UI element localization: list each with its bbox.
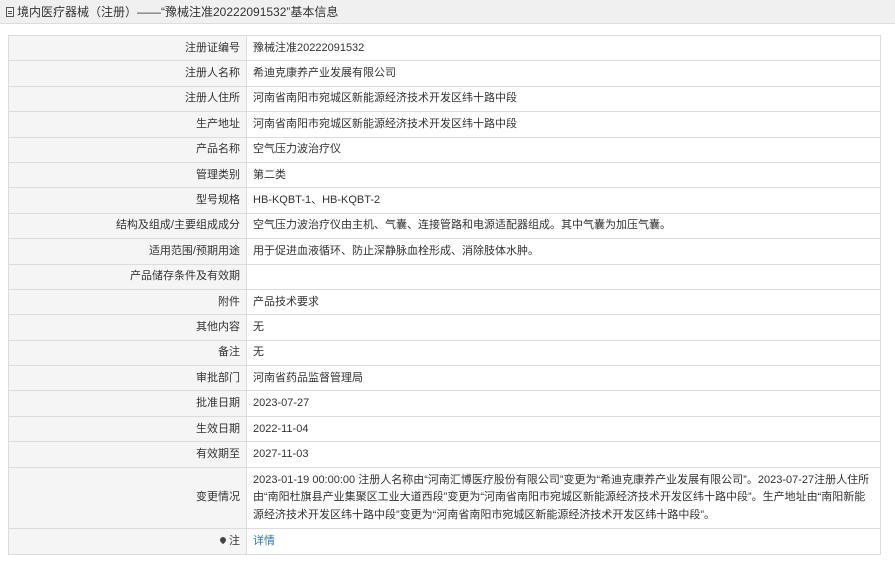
row-label: 产品名称 [8,136,247,163]
row-label: 结构及组成/主要组成成分 [8,212,247,240]
row-value: 河南省南阳市宛城区新能源经济技术开发区纬十路中段 [246,111,881,138]
row-label: 型号规格 [8,187,247,214]
table-row: 注册人名称 希迪克康养产业发展有限公司 [8,60,881,87]
table-row: 型号规格 HB-KQBT-1、HB-KQBT-2 [8,187,881,214]
row-value: 2022-11-04 [246,415,881,443]
row-value: 希迪克康养产业发展有限公司 [246,60,881,87]
change-history-value: 2023-01-19 00:00:00 注册人名称由“河南汇博医疗股份有限公司”… [246,466,881,530]
row-value [246,263,881,290]
table-row: 适用范围/预期用途 用于促进血液循环、防止深静脉血栓形成、消除肢体水肿。 [8,238,881,265]
row-label: 注册证编号 [8,34,247,62]
row-value: 河南省药品监督管理局 [246,365,881,392]
row-label: 变更情况 [8,466,247,530]
row-value: 第二类 [246,161,881,189]
details-link[interactable]: 详情 [253,535,275,547]
row-value: 产品技术要求 [246,288,881,316]
row-label: 附件 [8,288,247,316]
page-header: 境内医疗器械（注册）——“豫械注准20222091532”基本信息 [0,0,895,24]
row-label: 备注 [8,339,247,367]
note-label-text: 注 [229,534,240,547]
row-value: 2027-11-03 [246,441,881,468]
row-label: 产品储存条件及有效期 [8,263,247,290]
note-value: 详情 [246,528,881,555]
table-row: 注册人住所 河南省南阳市宛城区新能源经济技术开发区纬十路中段 [8,85,881,113]
row-label: 有效期至 [8,441,247,468]
table-row: 注册证编号 豫械注准20222091532 [8,34,881,62]
table-row: 审批部门 河南省药品监督管理局 [8,365,881,392]
note-label: 注 [8,528,247,555]
row-value: 河南省南阳市宛城区新能源经济技术开发区纬十路中段 [246,85,881,113]
row-label: 生效日期 [8,415,247,443]
row-value: 豫械注准20222091532 [246,34,881,62]
table-row: 备注 无 [8,339,881,367]
document-icon [6,6,14,17]
table-row: 附件 产品技术要求 [8,288,881,316]
table-row: 产品储存条件及有效期 [8,263,881,290]
row-value: 空气压力波治疗仪 [246,136,881,163]
page-title: 境内医疗器械（注册）——“豫械注准20222091532”基本信息 [17,5,339,19]
row-value: 空气压力波治疗仪由主机、气囊、连接管路和电源适配器组成。其中气囊为加压气囊。 [246,212,881,240]
row-label: 其他内容 [8,314,247,341]
table-row: 管理类别 第二类 [8,161,881,189]
row-label: 注册人名称 [8,60,247,87]
row-label: 生产地址 [8,111,247,138]
row-value: HB-KQBT-1、HB-KQBT-2 [246,187,881,214]
row-value: 无 [246,314,881,341]
row-label: 注册人住所 [8,85,247,113]
table-row: 结构及组成/主要组成成分 空气压力波治疗仪由主机、气囊、连接管路和电源适配器组成… [8,212,881,240]
row-value: 无 [246,339,881,367]
table-row: 变更情况 2023-01-19 00:00:00 注册人名称由“河南汇博医疗股份… [8,466,881,530]
row-value: 2023-07-27 [246,390,881,417]
table-row: 产品名称 空气压力波治疗仪 [8,136,881,163]
row-label: 适用范围/预期用途 [8,238,247,265]
table-row: 其他内容 无 [8,314,881,341]
table-row: 生效日期 2022-11-04 [8,415,881,443]
info-table: 注册证编号 豫械注准20222091532 注册人名称 希迪克康养产业发展有限公… [8,34,881,555]
table-row: 有效期至 2027-11-03 [8,441,881,468]
row-value: 用于促进血液循环、防止深静脉血栓形成、消除肢体水肿。 [246,238,881,265]
table-row: 生产地址 河南省南阳市宛城区新能源经济技术开发区纬十路中段 [8,111,881,138]
row-label: 管理类别 [8,161,247,189]
note-row: 注 详情 [8,528,881,555]
row-label: 审批部门 [8,365,247,392]
row-label: 批准日期 [8,390,247,417]
table-row: 批准日期 2023-07-27 [8,390,881,417]
pin-icon [218,535,228,545]
